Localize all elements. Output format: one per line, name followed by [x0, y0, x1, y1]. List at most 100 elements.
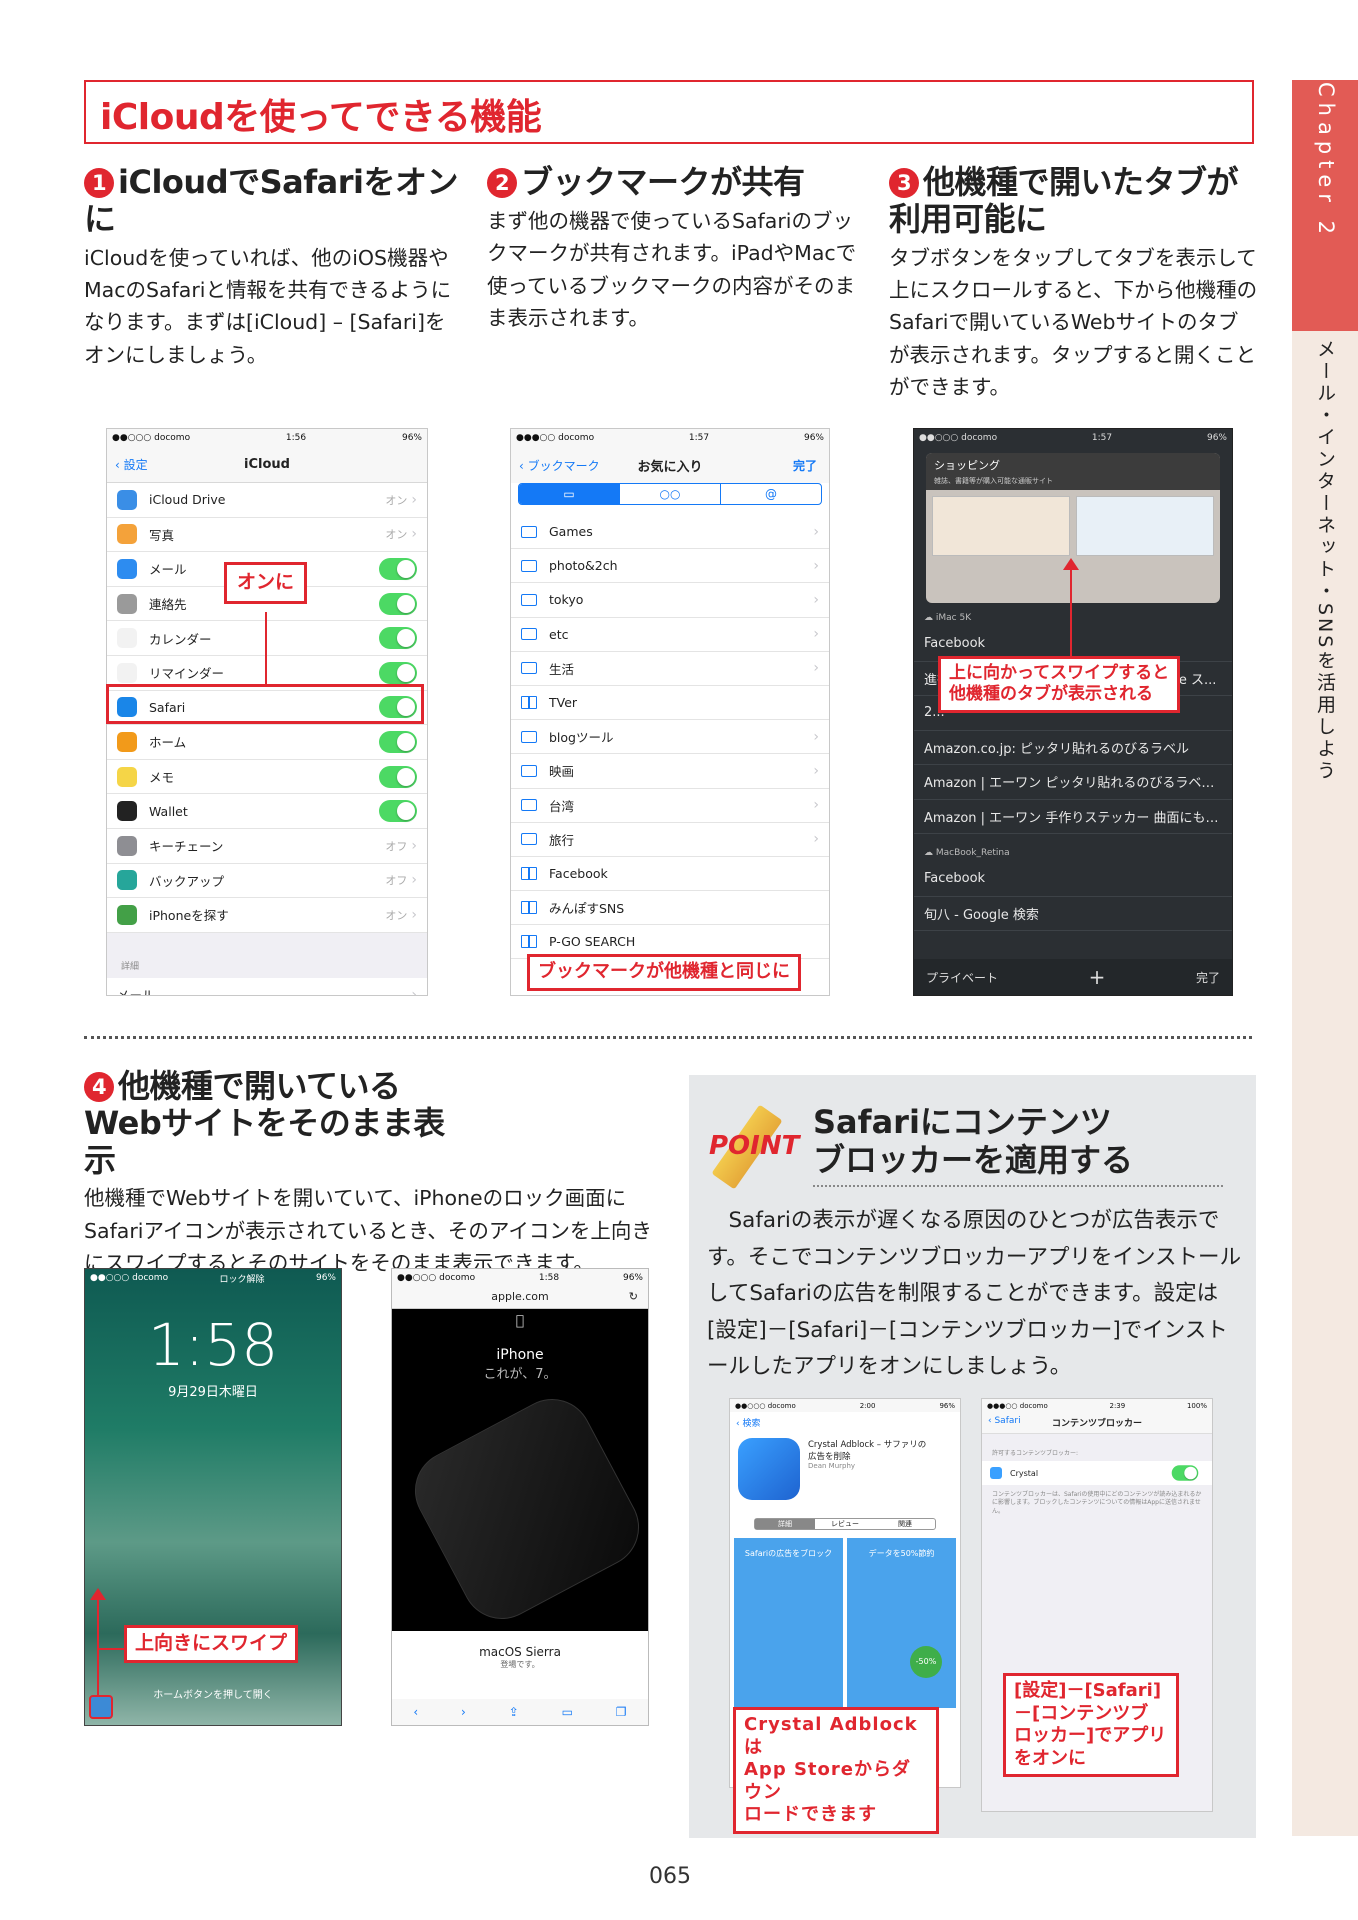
step-2-body: まず他の機器で使っているSafariのブックマークが共有されます。iPadやMa…: [487, 208, 857, 330]
footer-title: macOS Sierra: [479, 1645, 561, 1659]
back-button[interactable]: ‹ 設定: [115, 456, 148, 473]
url-bar[interactable]: apple.com ↻: [392, 1287, 648, 1309]
glasses-icon[interactable]: ○○: [619, 484, 720, 504]
step-3-body: タブボタンをタップしてタブを表示して上にスクロールすると、下から他機種のSafa…: [889, 245, 1258, 400]
chevron-right-icon: ›: [813, 762, 819, 779]
status-bar: ●●○○○ docomo 1:58 96%: [392, 1269, 648, 1287]
new-tab-plus-icon[interactable]: +: [1089, 965, 1106, 989]
bookmark-row[interactable]: 映画 ›: [511, 754, 829, 789]
bookmark-row[interactable]: 旅行 ›: [511, 822, 829, 857]
screenshot-2: データを50%節約 -50%: [847, 1538, 956, 1708]
settings-row[interactable]: 写真 オン ›: [107, 517, 427, 553]
settings-row[interactable]: iPhoneを探す オン ›: [107, 898, 427, 933]
toggle-switch[interactable]: [379, 557, 417, 580]
settings-row[interactable]: バックアップ オフ ›: [107, 863, 427, 899]
bookmark-row[interactable]: 生活 ›: [511, 651, 829, 686]
reload-icon[interactable]: ↻: [629, 1287, 638, 1307]
reminders-icon: [117, 662, 137, 683]
at-icon[interactable]: @: [720, 484, 821, 504]
remote-tab-row[interactable]: Amazon | エーワン 手作りステッカー 曲面にも…: [914, 800, 1232, 834]
remote-tab-row[interactable]: Amazon | エーワン ピッタリ貼れるのびるラベ…: [914, 765, 1232, 800]
bookmarks-icon[interactable]: ▭: [562, 1705, 573, 1719]
page-number: 065: [649, 1864, 691, 1889]
toggle-switch[interactable]: [379, 592, 417, 615]
bookmark-label: TVer: [549, 695, 578, 711]
bookmark-label: Facebook: [549, 865, 608, 881]
bookmark-row[interactable]: 台湾 ›: [511, 788, 829, 823]
settings-row[interactable]: メモ: [107, 759, 427, 795]
settings-row[interactable]: Wallet: [107, 794, 427, 829]
status-bar: ●●●○○ docomo 2:39 100%: [982, 1399, 1212, 1412]
bookmark-icon: [521, 901, 537, 915]
bookmark-row[interactable]: tokyo ›: [511, 583, 829, 618]
point-title-rule: [813, 1185, 1223, 1187]
toggle-switch[interactable]: [379, 661, 417, 684]
bookmark-label: 旅行: [549, 832, 575, 848]
bookmark-icon: [521, 935, 537, 949]
bookmark-row[interactable]: Facebook: [511, 856, 829, 892]
bookmark-row[interactable]: みんぽすSNS: [511, 891, 829, 926]
remote-tab-row[interactable]: 旬八 - Google 検索: [914, 897, 1232, 931]
settings-row[interactable]: ホーム: [107, 725, 427, 760]
nav-bar: ‹ ブックマーク お気に入り 完了: [511, 447, 829, 483]
done-button[interactable]: 完了: [1196, 969, 1220, 986]
toggle-switch[interactable]: [379, 800, 417, 823]
toggle-switch[interactable]: [379, 730, 417, 753]
settings-row[interactable]: カレンダー: [107, 621, 427, 656]
back-icon[interactable]: ‹: [413, 1705, 418, 1719]
wallet-icon: [117, 801, 137, 822]
book-icon[interactable]: ▭: [519, 484, 619, 504]
device-label: ☁ iMac 5K: [924, 613, 972, 623]
back-button[interactable]: ‹ Safari: [988, 1416, 1021, 1426]
category-label: メール・インターネット・SNSを活用しよう: [1314, 339, 1336, 783]
status-bar: ●●○○○ docomo 1:56 96%: [107, 429, 427, 447]
tab-related[interactable]: 関連: [875, 1519, 935, 1529]
bookmark-row[interactable]: blogツール ›: [511, 720, 829, 755]
bookmark-label: etc: [549, 626, 569, 642]
folder-icon: [521, 730, 537, 743]
segmented-control: ▭ ○○ @: [518, 483, 822, 505]
home-hint: ホームボタンを押して開く: [153, 1690, 273, 1701]
bookmark-row[interactable]: TVer: [511, 685, 829, 721]
crystal-toggle[interactable]: [1171, 1465, 1199, 1481]
remote-tab-row[interactable]: Amazon.co.jp: ピッタリ貼れるのびるラベル: [914, 731, 1232, 765]
back-button[interactable]: ‹ ブックマーク: [519, 457, 600, 474]
done-button[interactable]: 完了: [793, 457, 817, 474]
settings-row[interactable]: iCloud Drive オン ›: [107, 483, 427, 518]
tab-reviews[interactable]: レビュー: [815, 1519, 875, 1529]
bookmark-label: photo&2ch: [549, 558, 618, 574]
toggle-switch[interactable]: [379, 765, 417, 788]
bookmark-row[interactable]: photo&2ch ›: [511, 549, 829, 584]
product-tagline: これが、7。: [483, 1367, 557, 1382]
status-bar: ●●○○○ docomo 2:00 96%: [730, 1399, 960, 1412]
back-button[interactable]: ‹ 検索: [736, 1419, 760, 1429]
remote-tab-row[interactable]: Facebook: [914, 862, 1232, 897]
mail-settings-row[interactable]: メール ›: [107, 977, 427, 995]
toggle-switch[interactable]: [379, 627, 417, 650]
crystal-row[interactable]: Crystal: [982, 1461, 1212, 1485]
safari-handoff-icon[interactable]: [89, 1695, 113, 1719]
private-button[interactable]: プライベート: [926, 969, 998, 986]
tab-details[interactable]: 詳細: [755, 1519, 815, 1529]
category-tab: メール・インターネット・SNSを活用しよう: [1292, 331, 1358, 1836]
chevron-right-icon: ›: [813, 523, 819, 540]
nav-bar: ‹ 設定 iCloud: [107, 447, 427, 483]
step-3: 3 他機種で開いたタブが利用可能に タブボタンをタップしてタブを表示して上にスクロ…: [889, 164, 1259, 403]
forward-icon[interactable]: ›: [461, 1705, 466, 1719]
bookmark-row[interactable]: Games ›: [511, 515, 829, 550]
folder-icon: [521, 833, 537, 846]
find-iphone-icon: [117, 904, 137, 925]
row-label: バックアップ: [149, 873, 225, 889]
share-icon[interactable]: ⇪: [509, 1705, 519, 1719]
crystal-app-icon: [738, 1438, 800, 1500]
callout-swipe-tabs: 上に向かってスワイプすると 他機種のタブが表示される: [938, 656, 1181, 713]
bookmark-row[interactable]: etc ›: [511, 617, 829, 652]
row-label: キーチェーン: [149, 839, 224, 855]
status-bar: ●●○○○ docomo 1:57 96%: [919, 433, 1227, 443]
phone-bookmarks: ●●●○○ docomo 1:57 96% ‹ ブックマーク お気に入り 完了 ▭ ○○…: [510, 428, 830, 996]
tab-card[interactable]: ショッピング 雑誌、書籍等が購入可能な通販サイト: [926, 453, 1220, 603]
battery: 96%: [401, 433, 422, 443]
settings-row[interactable]: キーチェーン オフ ›: [107, 828, 427, 864]
tabs-icon[interactable]: ❐: [616, 1705, 627, 1719]
contacts-icon: [117, 593, 137, 614]
